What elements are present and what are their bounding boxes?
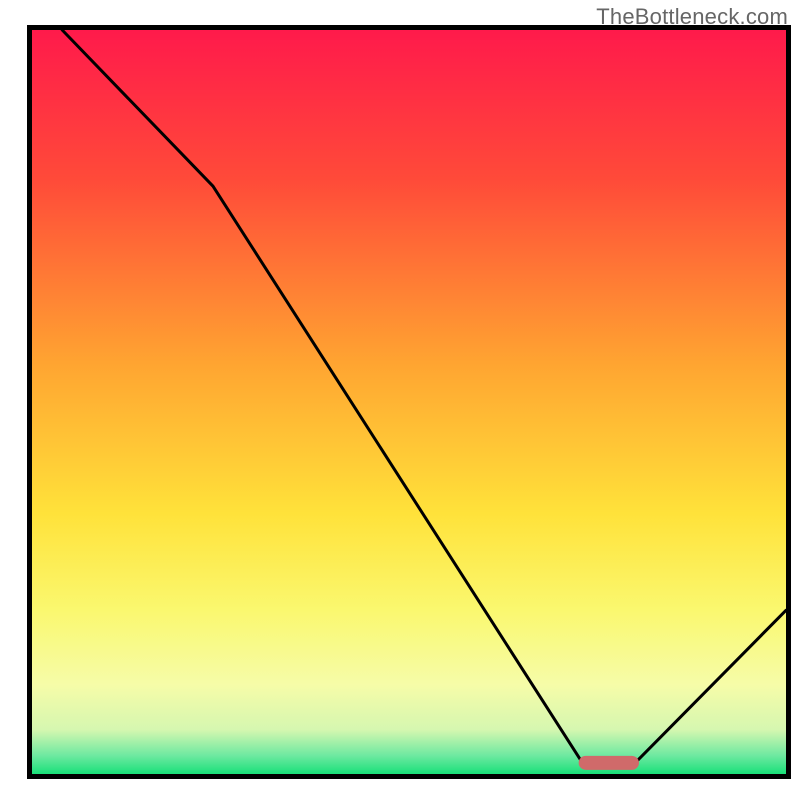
gradient-background: [32, 30, 786, 774]
optimal-zone-marker: [579, 756, 639, 770]
watermark-text: TheBottleneck.com: [596, 4, 788, 30]
chart-canvas: [0, 0, 800, 800]
bottleneck-chart: TheBottleneck.com: [0, 0, 800, 800]
